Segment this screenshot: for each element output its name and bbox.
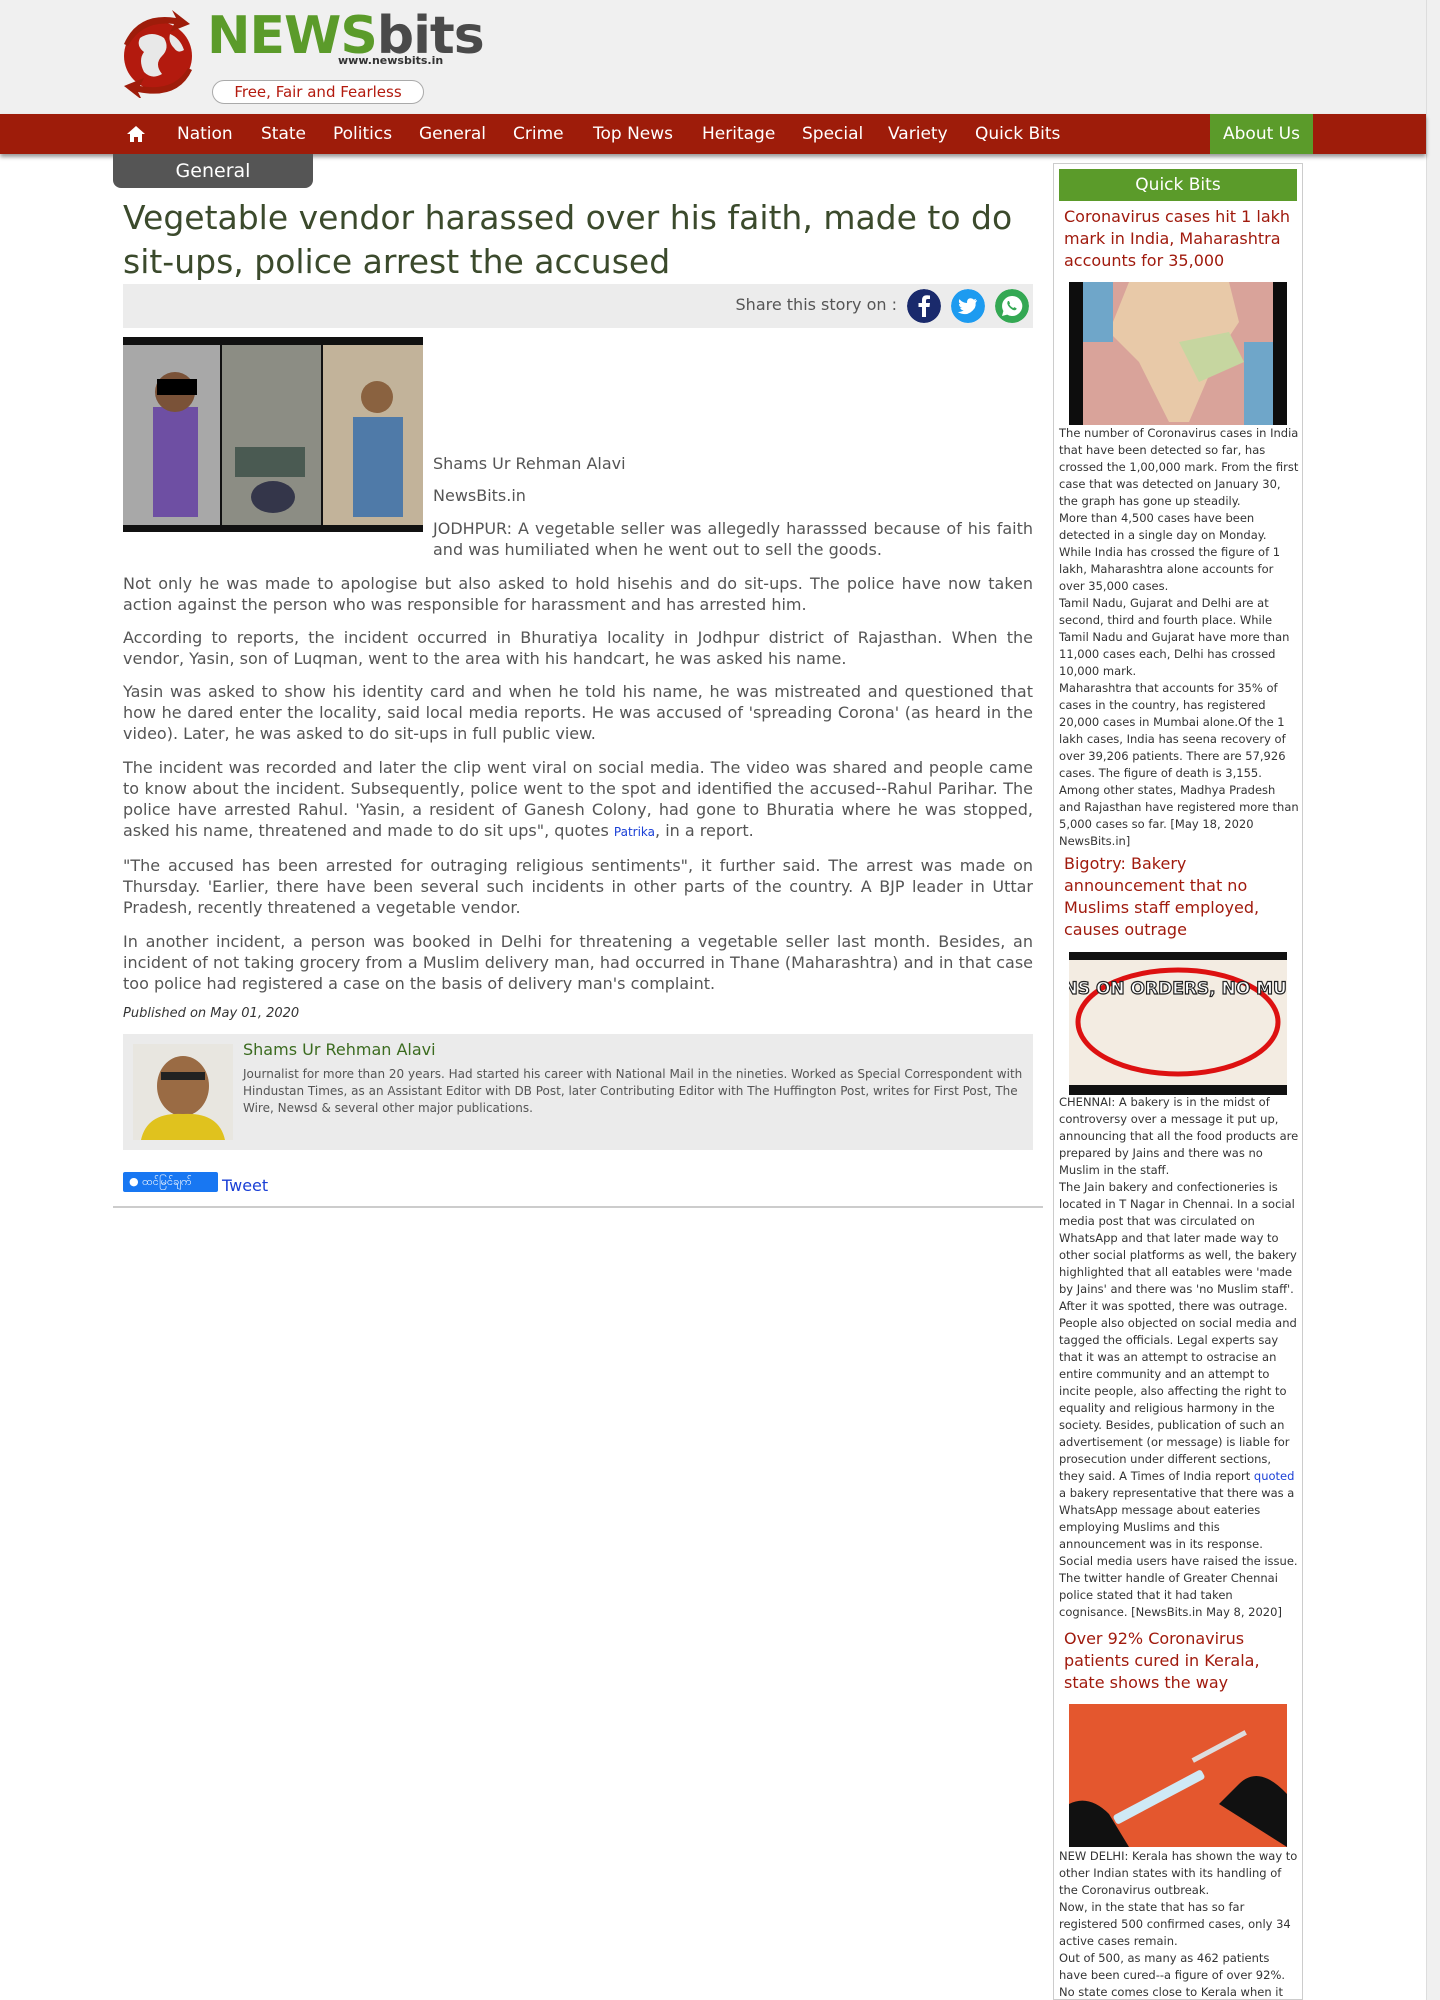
sidebar-story-2-title[interactable]: Bigotry: Bakery announcement that no Mus…: [1064, 853, 1298, 941]
section-tab[interactable]: General: [113, 154, 313, 188]
sidebar-story-1-image[interactable]: [1069, 282, 1287, 425]
sidebar-story-2-p1: CHENNAI: A bakery is in the midst of con…: [1059, 1095, 1299, 1177]
article-paragraph-4: Yasin was asked to show his identity car…: [123, 682, 1033, 743]
share-bar: Share this story on :: [123, 284, 1033, 328]
whatsapp-icon[interactable]: [995, 289, 1029, 323]
author-bio: Journalist for more than 20 years. Had s…: [243, 1067, 1023, 1115]
main-nav: Nation State Politics General Crime Top …: [0, 114, 1426, 154]
author-portrait: [133, 1044, 233, 1140]
author-box: Shams Ur Rehman Alavi Journalist for mor…: [123, 1034, 1033, 1150]
scrollbar[interactable]: [1426, 0, 1440, 2000]
tagline: Free, Fair and Fearless: [212, 80, 424, 104]
article-paragraph-2: Not only he was made to apologise but al…: [123, 574, 1033, 614]
patrika-link[interactable]: Patrika: [614, 825, 655, 839]
nav-item-heritage[interactable]: Heritage: [702, 114, 775, 154]
article-paragraph-1: JODHPUR: A vegetable seller was allegedl…: [433, 519, 1033, 559]
sidebar-story-3-p1: NEW DELHI: Kerala has shown the way to o…: [1059, 1849, 1298, 1897]
bakery-notice-image: MADE BY JAINS ON ORDERS, NO MUSLIM STAFF…: [1069, 952, 1287, 1095]
sidebar-story-1-p1: The number of Coronavirus cases in India…: [1059, 426, 1299, 508]
facebook-icon[interactable]: [907, 289, 941, 323]
article-paragraph-7: In another incident, a person was booked…: [123, 932, 1033, 993]
facebook-share-button[interactable]: ● ထင်မြင်ချက်: [123, 1172, 218, 1192]
india-map-image: [1069, 282, 1287, 425]
nav-item-politics[interactable]: Politics: [333, 114, 392, 154]
globe-logo-icon[interactable]: [118, 8, 198, 98]
nav-item-variety[interactable]: Variety: [888, 114, 948, 154]
article-byline: Shams Ur Rehman Alavi: [433, 454, 626, 473]
nav-item-about-us[interactable]: About Us: [1210, 114, 1313, 154]
quick-bits-sidebar: Quick Bits Coronavirus cases hit 1 lakh …: [1053, 163, 1303, 2000]
facebook-small-icon: ●: [129, 1175, 139, 1188]
tweet-link[interactable]: Tweet: [222, 1176, 268, 1195]
nav-item-nation[interactable]: Nation: [177, 114, 233, 154]
sidebar-story-2-image[interactable]: MADE BY JAINS ON ORDERS, NO MUSLIM STAFF…: [1069, 952, 1287, 1095]
nav-item-state[interactable]: State: [261, 114, 306, 154]
divider: [113, 1206, 1043, 1208]
sidebar-story-1-p4: Maharashtra that accounts for 35% of cas…: [1059, 681, 1299, 848]
nav-item-crime[interactable]: Crime: [513, 114, 564, 154]
nav-item-quick-bits[interactable]: Quick Bits: [975, 114, 1060, 154]
home-icon[interactable]: [126, 124, 146, 144]
bakery-image-text: MADE BY JAINS ON ORDERS, NO MUSLIM STAFF…: [1069, 979, 1287, 999]
nav-item-general[interactable]: General: [419, 114, 486, 154]
sidebar-story-1-text: The number of Coronavirus cases in India…: [1059, 425, 1299, 850]
share-label: Share this story on :: [735, 295, 897, 314]
sidebar-story-2-p2-a: The Jain bakery and confectioneries is l…: [1059, 1180, 1297, 1483]
vaccine-syringe-image: [1069, 1704, 1287, 1847]
nav-item-top-news[interactable]: Top News: [593, 114, 673, 154]
paragraph-5-text-a: The incident was recorded and later the …: [123, 758, 1033, 840]
sidebar-story-3-image[interactable]: [1069, 1704, 1287, 1847]
paragraph-5-text-b: , in a report.: [655, 821, 754, 840]
quick-bits-heading: Quick Bits: [1059, 169, 1297, 201]
article-paragraph-5: The incident was recorded and later the …: [123, 757, 1033, 843]
article-source: NewsBits.in: [433, 486, 526, 505]
logo-url: www.newsbits.in: [338, 54, 444, 67]
twitter-icon[interactable]: [951, 289, 985, 323]
sidebar-story-3-title[interactable]: Over 92% Coronavirus patients cured in K…: [1064, 1628, 1298, 1694]
story-image[interactable]: [123, 337, 423, 532]
sidebar-story-3-p3: Out of 500, as many as 462 patients have…: [1059, 1951, 1286, 1999]
sidebar-story-2-p2-b: a bakery representative that there was a…: [1059, 1486, 1298, 1619]
sidebar-story-1-p3: Tamil Nadu, Gujarat and Delhi are at sec…: [1059, 596, 1290, 678]
sidebar-story-2-p2: The Jain bakery and confectioneries is l…: [1059, 1179, 1299, 1621]
article-paragraph-3: According to reports, the incident occur…: [123, 628, 1033, 668]
sidebar-story-1-title[interactable]: Coronavirus cases hit 1 lakh mark in Ind…: [1064, 206, 1298, 272]
author-photo[interactable]: [133, 1044, 233, 1140]
article-paragraph-6: "The accused has been arrested for outra…: [123, 856, 1033, 917]
sidebar-story-3-p2: Now, in the state that has so far regist…: [1059, 1900, 1291, 1948]
nav-item-special[interactable]: Special: [802, 114, 863, 154]
sidebar-story-3-text: NEW DELHI: Kerala has shown the way to o…: [1059, 1848, 1299, 2000]
quoted-link[interactable]: quoted: [1254, 1469, 1295, 1483]
author-name[interactable]: Shams Ur Rehman Alavi: [243, 1040, 436, 1059]
story-image-collage: [123, 337, 423, 532]
sidebar-story-2-text: CHENNAI: A bakery is in the midst of con…: [1059, 1094, 1299, 1621]
article-headline: Vegetable vendor harassed over his faith…: [123, 198, 1013, 281]
facebook-share-label: ထင်မြင်ချက်: [142, 1175, 192, 1188]
sidebar-story-1-p2: More than 4,500 cases have been detected…: [1059, 511, 1281, 593]
site-header: NEWSbits www.newsbits.in Free, Fair and …: [0, 0, 1426, 114]
published-date: Published on May 01, 2020: [123, 1006, 300, 1021]
